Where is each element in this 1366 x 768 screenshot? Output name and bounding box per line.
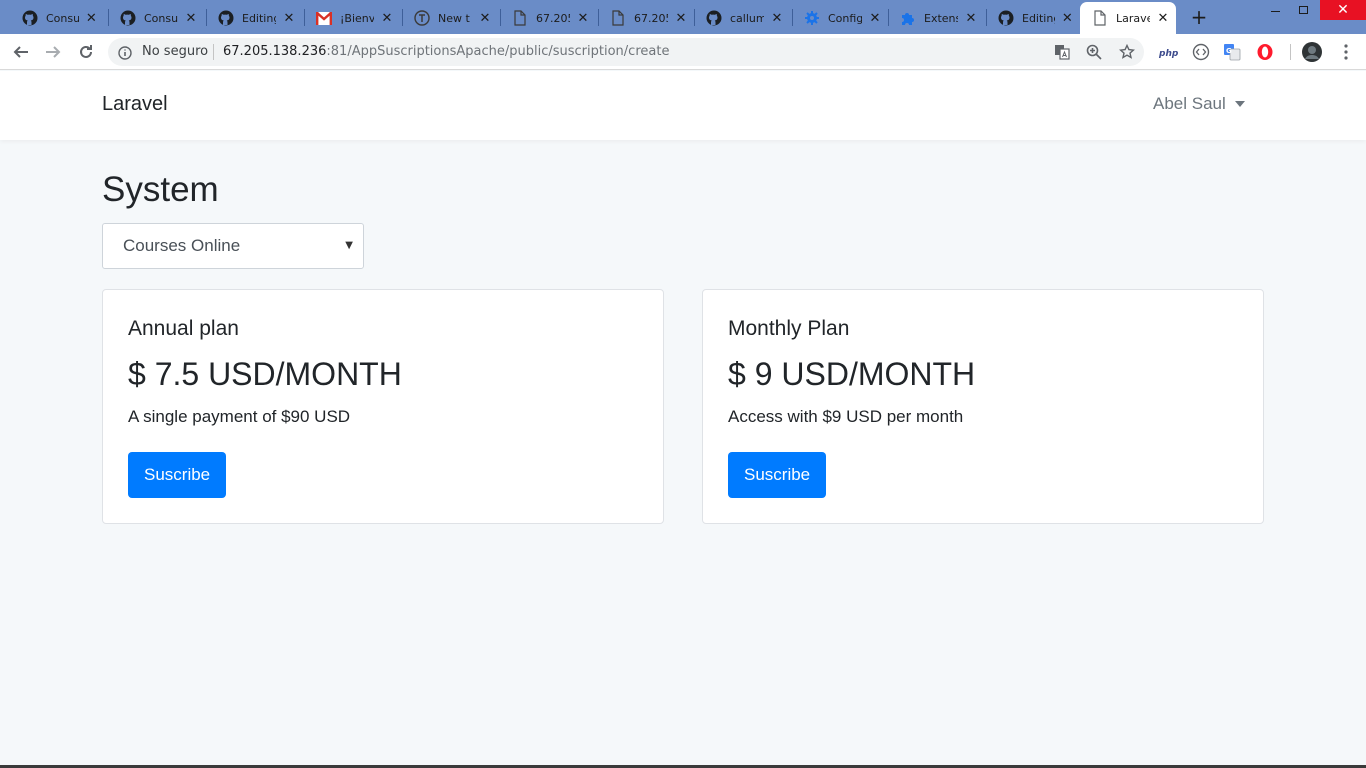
tab-gmail[interactable]: ¡Bienv ✕ <box>304 2 400 34</box>
reload-icon <box>80 45 92 58</box>
tab-title: Editing <box>1022 11 1055 25</box>
bookmark-star-icon[interactable] <box>1118 43 1136 61</box>
tab-github-1[interactable]: Consu ✕ <box>10 2 104 34</box>
close-icon[interactable]: ✕ <box>380 11 394 26</box>
maximize-button[interactable] <box>1281 0 1325 20</box>
chevron-down-icon: ▼ <box>345 240 353 251</box>
arrow-left-icon <box>13 46 28 58</box>
document-icon <box>512 10 528 26</box>
github-icon <box>22 10 38 26</box>
tab-github-3[interactable]: Editing ✕ <box>206 2 302 34</box>
tab-title: callum <box>730 11 764 25</box>
tab-laravel-active[interactable]: Larave ✕ <box>1080 2 1176 34</box>
translate-page-icon[interactable] <box>1053 43 1071 61</box>
document-icon <box>610 10 626 26</box>
subscribe-monthly-button[interactable]: Suscribe <box>728 452 827 498</box>
plan-price: $ 7.5 USD/MONTH <box>128 356 402 392</box>
plan-card-annual: Annual plan $ 7.5 USD/MONTH A single pay… <box>102 289 664 524</box>
back-button[interactable] <box>9 40 33 64</box>
close-icon[interactable]: ✕ <box>478 11 492 26</box>
arrow-right-icon <box>46 46 61 58</box>
plan-title: Monthly Plan <box>728 317 850 340</box>
code-icon[interactable] <box>1191 42 1211 62</box>
omnibox-divider <box>213 44 214 60</box>
github-icon <box>218 10 234 26</box>
github-icon <box>706 10 722 26</box>
svg-text:G: G <box>1226 47 1232 55</box>
close-icon[interactable]: ✕ <box>85 11 98 26</box>
plan-description: A single payment of $90 USD <box>128 407 351 426</box>
gear-icon <box>804 10 820 26</box>
navbar-brand[interactable]: Laravel <box>102 93 168 116</box>
toolbar-separator <box>1290 44 1291 60</box>
document-icon <box>1092 10 1108 26</box>
tab-title: Editing <box>242 11 276 25</box>
close-icon[interactable]: ✕ <box>1156 11 1170 26</box>
system-select[interactable]: Courses Online ▼ <box>102 223 364 269</box>
security-label: No seguro <box>142 44 209 59</box>
tab-title: New t <box>438 11 470 25</box>
profile-avatar[interactable] <box>1302 42 1322 62</box>
close-icon[interactable]: ✕ <box>184 11 198 26</box>
puzzle-icon <box>900 10 916 26</box>
svg-text:php: php <box>1158 49 1178 58</box>
tab-title: Config <box>828 11 862 25</box>
tab-github-4[interactable]: callum ✕ <box>694 2 790 34</box>
tab-extensions[interactable]: Extens ✕ <box>888 2 984 34</box>
github-icon <box>998 10 1014 26</box>
url-text[interactable]: 67.205.138.236:81/AppSuscriptionsApache/… <box>223 44 669 59</box>
app-navbar: Laravel Abel Saul <box>0 71 1366 140</box>
subscribe-annual-button[interactable]: Suscribe <box>128 452 227 498</box>
close-icon[interactable]: ✕ <box>282 11 296 26</box>
close-icon[interactable]: ✕ <box>1061 11 1074 26</box>
plan-card-monthly: Monthly Plan $ 9 USD/MONTH Access with $… <box>702 289 1264 524</box>
restore-icon <box>1298 6 1308 14</box>
url-path: :81/AppSuscriptionsApache/public/suscrip… <box>326 44 670 59</box>
plan-description: Access with $9 USD per month <box>728 407 964 426</box>
github-icon <box>120 10 136 26</box>
browser-toolbar: No seguro 67.205.138.236:81/AppSuscripti… <box>0 34 1366 70</box>
page-title: System <box>102 170 219 209</box>
tab-strip: Consu ✕ Consu ✕ Editing ✕ ¡Bienv ✕ New t… <box>0 0 1366 34</box>
tab-document-2[interactable]: 67.205 ✕ <box>598 2 694 34</box>
opera-icon[interactable] <box>1255 42 1275 62</box>
t-circle-icon <box>414 10 430 26</box>
tab-title: ¡Bienv <box>340 11 374 25</box>
gmail-icon <box>316 10 332 26</box>
info-icon[interactable] <box>118 45 132 64</box>
tab-title: Extens <box>924 11 958 25</box>
close-icon[interactable]: ✕ <box>868 11 882 26</box>
new-tab-button[interactable]: + <box>1188 6 1210 28</box>
plan-title: Annual plan <box>128 317 239 340</box>
close-icon[interactable]: ✕ <box>964 11 978 26</box>
user-name: Abel Saul <box>1153 94 1226 113</box>
php-icon[interactable]: php <box>1158 42 1178 62</box>
tab-title: Consu <box>144 11 178 25</box>
address-bar[interactable]: No seguro 67.205.138.236:81/AppSuscripti… <box>108 38 1144 66</box>
tab-title: Larave <box>1116 11 1150 25</box>
forward-button[interactable] <box>41 40 65 64</box>
tab-github-2[interactable]: Consu ✕ <box>108 2 204 34</box>
translate-icon[interactable]: G <box>1222 42 1242 62</box>
close-icon[interactable]: ✕ <box>576 11 590 26</box>
user-dropdown[interactable]: Abel Saul <box>1153 94 1245 114</box>
url-host: 67.205.138.236 <box>223 44 327 59</box>
plan-price: $ 9 USD/MONTH <box>728 356 976 392</box>
tab-title: Consu <box>46 11 79 25</box>
caret-down-icon <box>1234 101 1245 107</box>
tab-title: 67.205 <box>634 11 668 25</box>
tab-document-1[interactable]: 67.205 ✕ <box>500 2 596 34</box>
close-icon[interactable]: ✕ <box>770 11 784 26</box>
minimize-icon <box>1270 10 1280 12</box>
tab-title: 67.205 <box>536 11 570 25</box>
tab-github-5[interactable]: Editing ✕ <box>986 2 1080 34</box>
close-icon[interactable]: ✕ <box>674 11 688 26</box>
reload-button[interactable] <box>74 40 98 64</box>
system-select-value: Courses Online <box>123 236 241 255</box>
tab-new-tab[interactable]: New t ✕ <box>402 2 498 34</box>
zoom-icon[interactable] <box>1085 43 1103 61</box>
tab-config[interactable]: Config ✕ <box>792 2 888 34</box>
more-vertical-icon[interactable] <box>1336 42 1356 62</box>
window-close-button[interactable]: ✕ <box>1320 0 1366 20</box>
